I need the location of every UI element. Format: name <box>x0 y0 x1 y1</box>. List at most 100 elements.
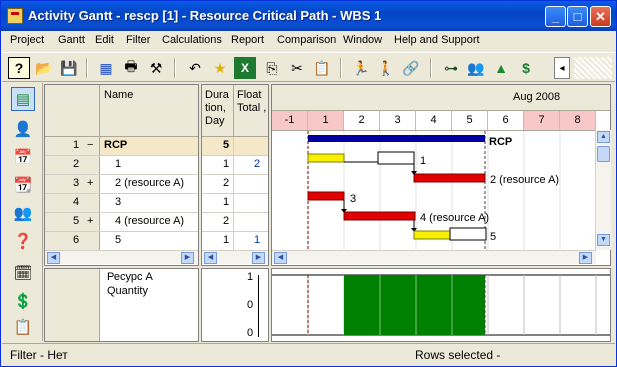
filter-status: Filter - Нет <box>10 348 68 362</box>
scroll-up-arrow[interactable]: ▲ <box>597 131 610 143</box>
undo-icon[interactable]: ↶ <box>184 57 206 79</box>
task-name: 2 (resource A) <box>115 177 185 189</box>
cost-icon[interactable]: $ <box>515 57 537 79</box>
menu-help[interactable]: Help and Support <box>394 34 480 46</box>
table-row[interactable]: 65 <box>45 232 198 251</box>
close-button[interactable]: ✕ <box>590 6 611 27</box>
status-bar: Filter - Нет Rows selected - <box>2 343 615 366</box>
duration-header-label: Dura tion, Day <box>205 89 229 127</box>
expand-toggle[interactable]: − <box>87 139 93 151</box>
day-header-cell: 6 <box>488 111 524 130</box>
scroll-left-arrow[interactable]: ◀ <box>274 252 287 264</box>
calendar-alert-icon[interactable]: 📅 <box>11 145 35 169</box>
duration-value: 2 <box>223 177 230 189</box>
print-icon[interactable]: 🖶 <box>120 57 142 79</box>
person-run-icon[interactable]: 🏃 <box>350 57 372 79</box>
menu-gantt[interactable]: Gantt <box>58 34 85 46</box>
link-task-icon[interactable]: ⊶ <box>440 57 462 79</box>
table-row[interactable]: 1− RCP <box>45 137 198 156</box>
help-icon[interactable]: ? <box>8 57 30 79</box>
menu-filter[interactable]: Filter <box>126 34 150 46</box>
task-name: 5 <box>115 234 122 246</box>
resource-person-icon[interactable]: 👤 <box>11 117 35 141</box>
table-row[interactable]: 3 +2 (resource A) <box>45 175 198 194</box>
paste-icon[interactable]: 📋 <box>311 57 333 79</box>
bar-label: RCP <box>489 136 512 148</box>
scroll-left-icon[interactable]: ◂ <box>554 57 570 79</box>
scroll-right-arrow[interactable]: ▶ <box>181 252 194 264</box>
float-value: 2 <box>254 158 261 170</box>
summary-bar <box>308 135 485 142</box>
task-bar <box>413 230 451 240</box>
day-header-cell: 1 <box>308 111 344 130</box>
calendar-check-icon[interactable]: 🗓 <box>11 261 35 285</box>
app-icon <box>7 8 23 24</box>
toolbar-separator <box>340 58 342 78</box>
float-column-header[interactable]: Float Total , <box>234 85 268 137</box>
save-icon[interactable]: 💾 <box>58 57 80 79</box>
axis-label-mid: 0 <box>247 299 254 311</box>
resource-icon[interactable]: 👥 <box>465 57 487 79</box>
axis-label-bottom: 0 <box>247 327 254 339</box>
expand-toggle[interactable]: + <box>87 177 93 189</box>
window-title: Activity Gantt - rescp [1] - Resource Cr… <box>28 8 382 23</box>
timescale-day-header: -1 1 2 3 4 5 6 7 8 <box>272 111 610 131</box>
resource-name: Ресурс A <box>107 271 153 283</box>
menu-project[interactable]: Project <box>10 34 44 46</box>
star-icon[interactable]: ★ <box>209 57 231 79</box>
table-row[interactable]: 2 <box>202 213 268 232</box>
columns-icon[interactable]: ▦ <box>95 57 117 79</box>
scroll-left-arrow[interactable]: ◀ <box>204 252 217 264</box>
calendar-cost-icon[interactable]: 💲 <box>11 289 35 313</box>
scroll-down-arrow[interactable]: ▼ <box>597 234 610 246</box>
menu-edit[interactable]: Edit <box>95 34 114 46</box>
table-row[interactable]: 2 <box>202 175 268 194</box>
gantt-hscroll[interactable]: ◀ ▶ <box>272 250 596 264</box>
minimize-button[interactable]: _ <box>545 6 566 27</box>
menu-calculations[interactable]: Calculations <box>162 34 222 46</box>
bar-label: 4 (resource A) <box>420 212 489 224</box>
calendar-view-icon[interactable]: 📆 <box>11 173 35 197</box>
excel-icon[interactable]: X <box>234 57 256 79</box>
name-column-header[interactable]: Name <box>100 85 198 137</box>
name-header-label: Name <box>104 89 134 101</box>
table-row[interactable]: 5 +4 (resource A) <box>45 213 198 232</box>
resource-group-icon[interactable]: 👥 <box>11 201 35 225</box>
link-icon[interactable]: 🔗 <box>400 57 422 79</box>
resource-question-icon[interactable]: ❓ <box>11 229 35 253</box>
menu-comparison[interactable]: Comparison <box>277 34 336 46</box>
scroll-right-arrow[interactable]: ▶ <box>579 252 592 264</box>
open-folder-icon[interactable]: 📂 <box>33 57 55 79</box>
gantt-vscroll[interactable]: ▲ ▼ <box>595 130 611 250</box>
duration-float-table: Dura tion, Day Float Total , 51221211 ◀ … <box>201 84 269 266</box>
table-row[interactable]: 11 <box>202 232 268 251</box>
calendar-list-icon[interactable]: 📋 <box>11 315 35 339</box>
cut-icon[interactable]: ✂ <box>286 57 308 79</box>
bar-label: 2 (resource A) <box>490 174 559 186</box>
scroll-right-arrow[interactable]: ▶ <box>252 252 265 264</box>
float-value: 1 <box>254 234 261 246</box>
table-row[interactable]: 5 <box>202 137 268 156</box>
copy-icon[interactable]: ⎘ <box>261 57 283 79</box>
duration-hscroll[interactable]: ◀ ▶ <box>202 250 268 264</box>
bar-label: 3 <box>350 193 356 205</box>
maximize-button[interactable]: □ <box>567 6 588 27</box>
day-header-cell: 8 <box>560 111 596 130</box>
task-table-hscroll[interactable]: ◀ ▶ <box>45 250 198 264</box>
table-row[interactable]: 21 <box>45 156 198 175</box>
critical-task-bar <box>343 211 416 221</box>
vscroll-thumb[interactable] <box>597 146 610 162</box>
table-row[interactable]: 43 <box>45 194 198 213</box>
scroll-left-arrow[interactable]: ◀ <box>47 252 60 264</box>
gantt-view-icon[interactable]: ▤ <box>11 87 35 111</box>
menu-window[interactable]: Window <box>343 34 382 46</box>
expand-toggle[interactable]: + <box>87 215 93 227</box>
table-row[interactable]: 1 <box>202 194 268 213</box>
hammer-icon[interactable]: ⚒ <box>145 57 167 79</box>
pyramid-icon[interactable]: ▲ <box>490 57 512 79</box>
resource-axis: 1 0 0 <box>201 268 269 342</box>
menu-report[interactable]: Report <box>231 34 264 46</box>
person-icon[interactable]: 🚶 <box>375 57 397 79</box>
table-row[interactable]: 12 <box>202 156 268 175</box>
duration-column-header[interactable]: Dura tion, Day <box>202 85 234 137</box>
